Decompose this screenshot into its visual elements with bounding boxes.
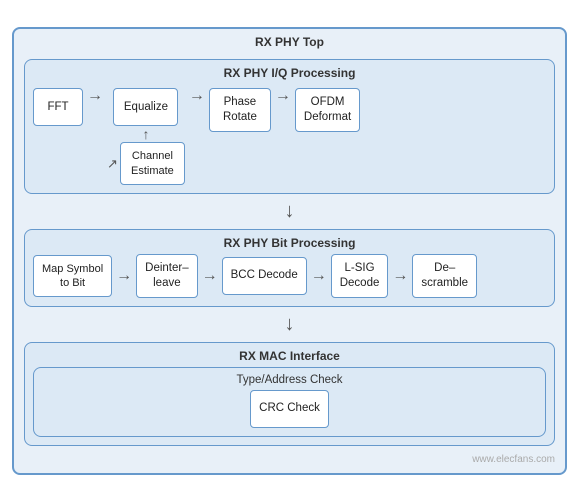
- mac-inner: Type/Address Check CRC Check: [33, 367, 546, 437]
- descramble-block: De– scramble: [412, 254, 477, 298]
- arrow-eq-phase: →: [189, 88, 205, 104]
- arrow-map-deinter: →: [116, 268, 132, 284]
- mac-title: RX MAC Interface: [33, 349, 546, 363]
- arrow-deinter-bcc: →: [202, 268, 218, 284]
- equalize-block: Equalize: [113, 88, 178, 126]
- crc-check-block: CRC Check: [250, 390, 329, 428]
- arrow-bit-mac: ↓: [24, 313, 555, 336]
- ofdm-deformat-block: OFDM Deformat: [295, 88, 360, 132]
- arrow-iq-bit: ↓: [24, 200, 555, 223]
- fft-block: FFT: [33, 88, 83, 126]
- crc-row: CRC Check: [42, 390, 537, 428]
- phase-rotate-block: Phase Rotate: [209, 88, 271, 132]
- type-address-title: Type/Address Check: [42, 374, 537, 386]
- arrow-bcc-lsig: →: [311, 268, 327, 284]
- arrow-phase-ofdm: →: [275, 88, 291, 104]
- arrow-ch-left: ↗: [107, 157, 118, 170]
- lsig-decode-block: L-SIG Decode: [331, 254, 389, 298]
- diagram-outer: RX PHY Top RX PHY I/Q Processing FFT → E…: [12, 27, 567, 474]
- bcc-decode-block: BCC Decode: [222, 257, 307, 295]
- watermark: www.elecfans.com: [24, 454, 555, 465]
- map-symbol-block: Map Symbol to Bit: [33, 255, 112, 298]
- iq-title: RX PHY I/Q Processing: [33, 66, 546, 80]
- channel-estimate-block: Channel Estimate: [120, 142, 185, 185]
- mac-section: RX MAC Interface Type/Address Check CRC …: [24, 342, 555, 446]
- outer-title: RX PHY Top: [24, 35, 555, 49]
- up-arrow-ch: ↑: [142, 126, 149, 142]
- arrow-fft-eq: →: [87, 88, 103, 104]
- bit-section: RX PHY Bit Processing Map Symbol to Bit …: [24, 229, 555, 307]
- equalize-area: Equalize ↑ ↗ Channel Estimate: [107, 88, 185, 185]
- iq-section: RX PHY I/Q Processing FFT → Equalize ↑ ↗…: [24, 59, 555, 194]
- arrow-lsig-descrm: →: [392, 268, 408, 284]
- deinterleave-block: Deinter– leave: [136, 254, 197, 298]
- bit-processing-row: Map Symbol to Bit → Deinter– leave → BCC…: [33, 254, 546, 298]
- bit-title: RX PHY Bit Processing: [33, 236, 546, 250]
